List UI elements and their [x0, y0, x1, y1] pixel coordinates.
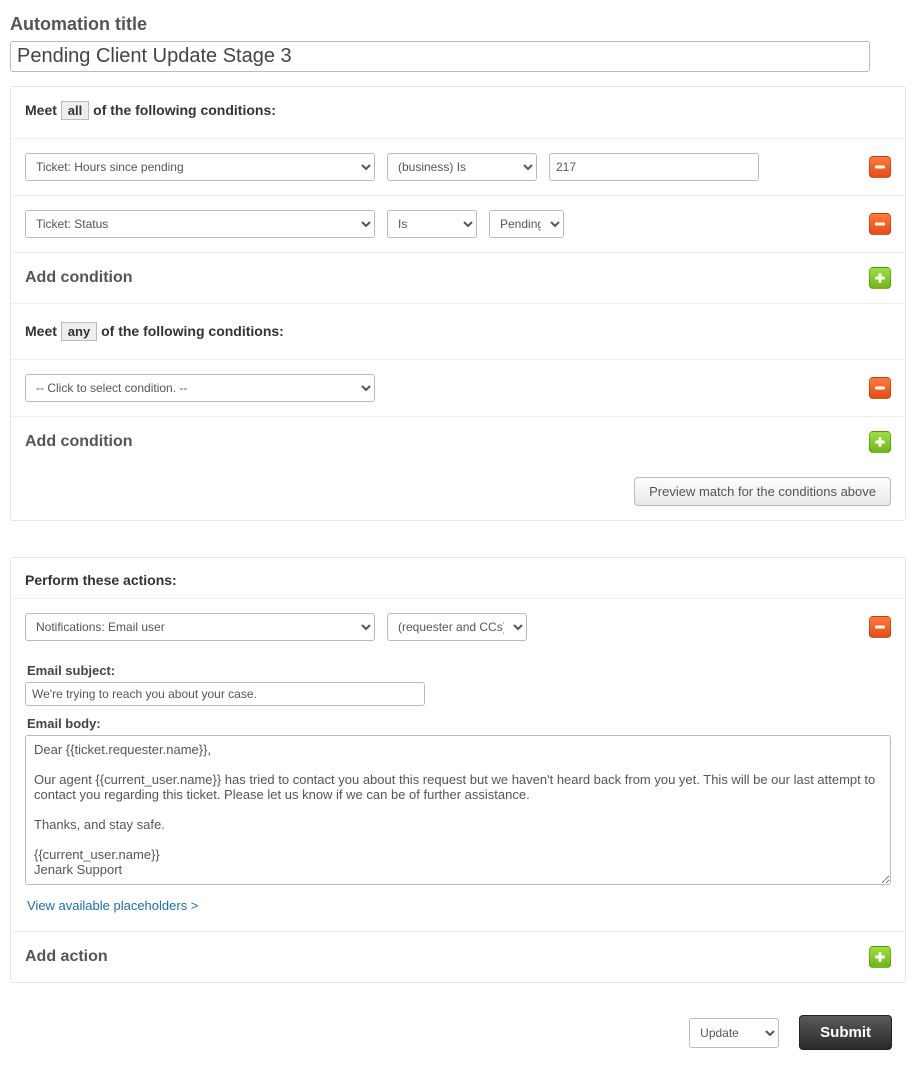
text: of the following conditions:: [93, 102, 276, 118]
condition-row: Ticket: Status Is Pending: [11, 195, 905, 252]
preview-conditions-button[interactable]: Preview match for the conditions above: [634, 477, 891, 506]
add-condition-row: Add condition: [11, 252, 905, 303]
plus-icon: [874, 951, 886, 963]
condition-field-select[interactable]: Ticket: Status: [25, 210, 375, 238]
update-mode-select[interactable]: Update: [689, 1018, 779, 1048]
condition-row: -- Click to select condition. --: [11, 359, 905, 416]
condition-value-select[interactable]: Pending: [489, 210, 564, 238]
add-condition-label: Add condition: [25, 433, 869, 451]
condition-operator-select[interactable]: (business) Is: [387, 153, 537, 181]
text: Meet: [25, 102, 57, 118]
email-body-textarea[interactable]: [25, 735, 891, 885]
text: Meet: [25, 323, 57, 339]
condition-field-select[interactable]: -- Click to select condition. --: [25, 374, 375, 402]
action-target-select[interactable]: (requester and CCs): [387, 613, 527, 641]
footer: Update Submit: [10, 1001, 906, 1050]
email-subject-label: Email subject:: [27, 663, 891, 678]
email-subject-input[interactable]: [25, 682, 425, 706]
conditions-all-pill: all: [61, 101, 89, 120]
email-body-label: Email body:: [27, 716, 891, 731]
conditions-any-pill: any: [61, 322, 97, 341]
conditions-all-panel: Meet all of the following conditions: Ti…: [10, 86, 906, 521]
action-row: Notifications: Email user (requester and…: [11, 598, 905, 931]
condition-operator-select[interactable]: Is: [387, 210, 477, 238]
add-action-label: Add action: [25, 948, 869, 966]
add-action-row: Add action: [11, 931, 905, 982]
add-condition-label: Add condition: [25, 269, 869, 287]
minus-icon: [874, 382, 886, 394]
minus-icon: [874, 621, 886, 633]
remove-action-button[interactable]: [869, 616, 891, 638]
plus-icon: [874, 436, 886, 448]
condition-field-select[interactable]: Ticket: Hours since pending: [25, 153, 375, 181]
action-type-select[interactable]: Notifications: Email user: [25, 613, 375, 641]
condition-row: Ticket: Hours since pending (business) I…: [11, 138, 905, 195]
remove-condition-button[interactable]: [869, 213, 891, 235]
add-condition-button[interactable]: [869, 431, 891, 453]
conditions-any-heading: Meet any of the following conditions:: [25, 318, 891, 355]
text: of the following conditions:: [101, 323, 284, 339]
add-action-button[interactable]: [869, 946, 891, 968]
minus-icon: [874, 161, 886, 173]
actions-panel: Perform these actions: Notifications: Em…: [10, 557, 906, 983]
remove-condition-button[interactable]: [869, 156, 891, 178]
add-condition-button[interactable]: [869, 267, 891, 289]
view-placeholders-link[interactable]: View available placeholders >: [27, 898, 198, 913]
automation-title-label: Automation title: [10, 14, 906, 35]
condition-value-input[interactable]: [549, 153, 759, 181]
submit-button[interactable]: Submit: [799, 1015, 892, 1050]
add-condition-row: Add condition: [11, 416, 905, 467]
automation-title-input[interactable]: [10, 41, 870, 72]
plus-icon: [874, 272, 886, 284]
minus-icon: [874, 218, 886, 230]
remove-condition-button[interactable]: [869, 377, 891, 399]
conditions-all-heading: Meet all of the following conditions:: [25, 97, 891, 134]
actions-heading: Perform these actions:: [25, 568, 891, 594]
